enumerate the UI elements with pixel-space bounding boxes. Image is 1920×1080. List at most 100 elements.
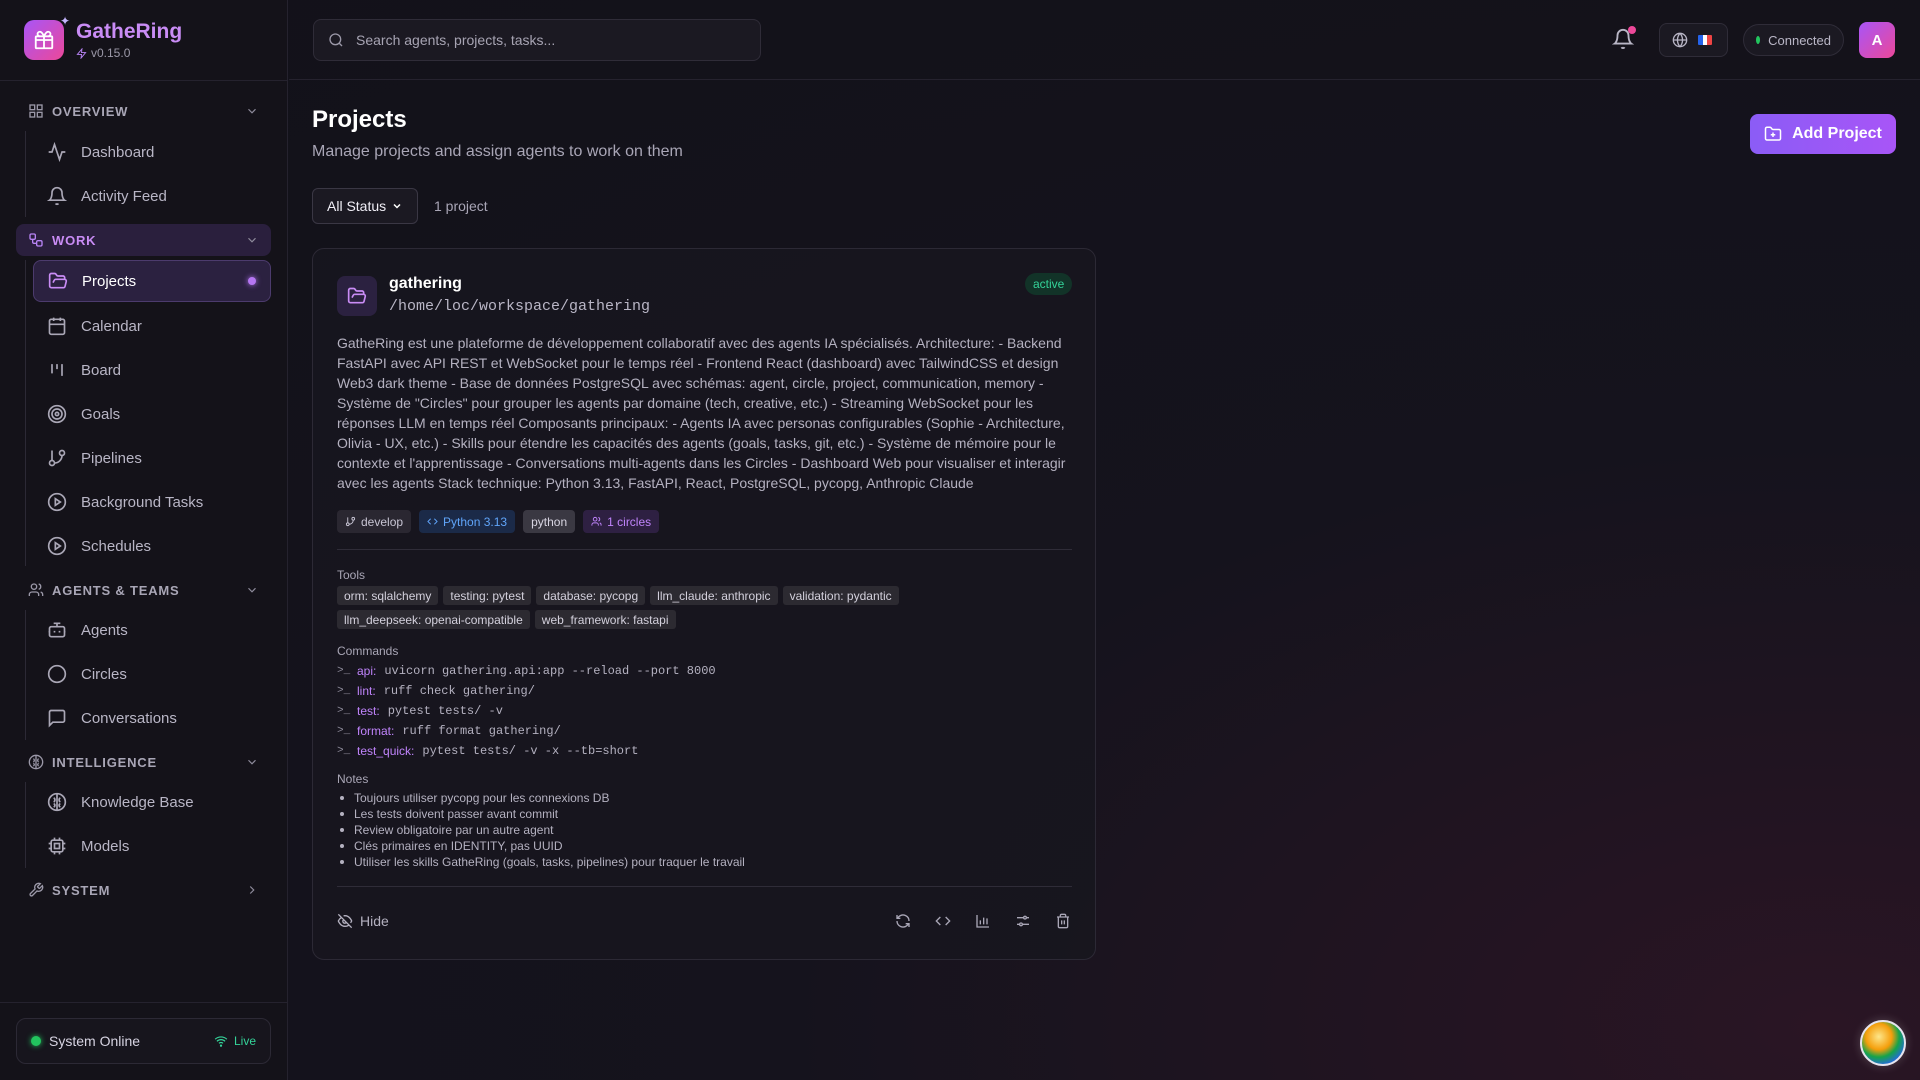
notes-list: Toujours utiliser pycopg pour les connex… (337, 790, 745, 870)
divider (337, 886, 1072, 887)
command-row: >_ test: pytest tests/ -v (337, 704, 503, 718)
branch-tag: develop (337, 510, 412, 533)
command-row: >_ format: ruff format gathering/ (337, 724, 561, 738)
hide-project-button[interactable]: Hide (337, 913, 389, 929)
notification-badge (1628, 26, 1636, 34)
chevron-down-icon (248, 759, 256, 765)
note-item: Clés primaires en IDENTITY, pas UUID (337, 838, 745, 854)
sliders-icon[interactable] (1015, 913, 1031, 929)
tool-chip: database: pycopg (536, 586, 646, 605)
bell-icon (47, 186, 67, 206)
language-selector[interactable] (1659, 23, 1728, 57)
divider (0, 80, 288, 81)
section-label: AGENTS & TEAMS (52, 582, 180, 598)
search-icon (329, 33, 343, 47)
avatar[interactable]: A (1859, 22, 1895, 58)
calendar-icon (48, 317, 66, 336)
sidebar-item-models[interactable]: Models (33, 825, 271, 867)
note-item: Toujours utiliser pycopg pour les connex… (337, 790, 745, 806)
brand[interactable]: ✦ GatheRing v0.15.0 (24, 14, 182, 60)
users-icon (591, 516, 602, 526)
trash-icon[interactable] (1055, 913, 1071, 929)
connection-label: Connected (1768, 32, 1831, 48)
note-item: Les tests doivent passer avant commit (337, 806, 745, 822)
search-box[interactable] (313, 19, 761, 61)
search-input[interactable] (356, 32, 746, 48)
refresh-icon[interactable] (895, 913, 911, 929)
users-icon (28, 583, 44, 596)
folder-open-icon (48, 272, 68, 289)
system-status-label: System Online (49, 1033, 141, 1049)
kanban-icon (51, 364, 63, 376)
eye-off-icon (337, 913, 353, 929)
divider (0, 1002, 288, 1003)
terminal-icon: >_ (337, 685, 351, 697)
bar-chart-icon[interactable] (975, 913, 991, 929)
sidebar: ✦ GatheRing v0.15.0 OVERVIEW Dashboard A… (0, 0, 288, 1080)
section-overview[interactable]: OVERVIEW (16, 95, 271, 127)
section-work[interactable]: WORK (16, 224, 271, 256)
sidebar-item-board[interactable]: Board (33, 349, 271, 391)
sidebar-item-dashboard[interactable]: Dashboard (33, 131, 271, 173)
sidebar-item-background-tasks[interactable]: Background Tasks (33, 481, 271, 523)
connection-status: Connected (1743, 24, 1844, 56)
section-intelligence[interactable]: INTELLIGENCE (16, 746, 271, 778)
gathering-logo-icon: ✦ (24, 14, 70, 60)
chevron-down-icon (248, 237, 256, 243)
sidebar-item-goals[interactable]: Goals (33, 393, 271, 435)
activity-icon (48, 142, 66, 162)
sidebar-item-agents[interactable]: Agents (33, 609, 271, 651)
command-row: >_ test_quick: pytest tests/ -v -x --tb=sh… (337, 744, 639, 758)
play-circle-icon (47, 492, 67, 512)
tool-chip: llm_deepseek: openai-compatible (337, 610, 530, 629)
sidebar-item-pipelines[interactable]: Pipelines (33, 437, 271, 479)
wrench-icon (29, 882, 44, 897)
section-label: WORK (52, 232, 97, 248)
app-version: v0.15.0 (91, 46, 131, 60)
assistant-orb-icon[interactable] (1860, 1020, 1906, 1066)
sidebar-item-activity-feed[interactable]: Activity Feed (33, 175, 271, 217)
message-square-icon (48, 709, 66, 728)
brain-icon (47, 792, 67, 812)
add-project-button[interactable]: Add Project (1750, 114, 1896, 154)
section-label: OVERVIEW (52, 103, 129, 119)
status-dot (1756, 36, 1761, 44)
note-item: Review obligatoire par un autre agent (337, 822, 745, 838)
france-flag-icon (1698, 35, 1712, 45)
section-agents-teams[interactable]: AGENTS & TEAMS (16, 574, 271, 606)
project-card[interactable]: gathering /home/loc/workspace/gathering … (312, 248, 1096, 960)
sidebar-item-schedules[interactable]: Schedules (33, 525, 271, 567)
page-title: Projects (312, 106, 407, 133)
add-project-label: Add Project (1792, 125, 1882, 142)
chevron-down-icon (393, 203, 401, 209)
status-badge: active (1025, 273, 1073, 295)
tool-chip: web_framework: fastapi (534, 610, 676, 629)
sidebar-item-calendar[interactable]: Calendar (33, 305, 271, 347)
top-bar: Connected A (289, 0, 1920, 80)
code-icon[interactable] (935, 913, 951, 929)
sidebar-item-conversations[interactable]: Conversations (33, 697, 271, 739)
status-filter-select[interactable]: All Status (312, 188, 418, 224)
play-circle-icon (47, 536, 67, 556)
workflow-icon (29, 233, 43, 247)
sidebar-item-projects[interactable]: Projects (33, 260, 271, 302)
terminal-icon: >_ (337, 745, 351, 757)
circle-icon (47, 664, 67, 684)
section-system[interactable]: SYSTEM (16, 874, 271, 906)
note-item: Utiliser les skills GatheRing (goals, ta… (337, 854, 745, 870)
tool-chip: orm: sqlalchemy (337, 586, 439, 605)
project-name: gathering (389, 275, 462, 292)
tool-chip: llm_claude: anthropic (650, 586, 778, 605)
sidebar-item-circles[interactable]: Circles (33, 653, 271, 695)
sidebar-item-knowledge-base[interactable]: Knowledge Base (33, 781, 271, 823)
notifications-button[interactable] (1612, 26, 1636, 50)
section-label: SYSTEM (52, 882, 111, 898)
section-label: INTELLIGENCE (52, 754, 157, 770)
sparkle-icon: ✦ (59, 14, 70, 28)
command-row: >_ lint: ruff check gathering/ (337, 684, 535, 698)
project-tags: develop Python 3.13 python 1 circles (337, 510, 660, 533)
tool-chip: testing: pytest (443, 586, 532, 605)
live-label: Live (233, 1034, 256, 1048)
bot-icon (48, 622, 66, 638)
language-tag: python (523, 510, 576, 533)
